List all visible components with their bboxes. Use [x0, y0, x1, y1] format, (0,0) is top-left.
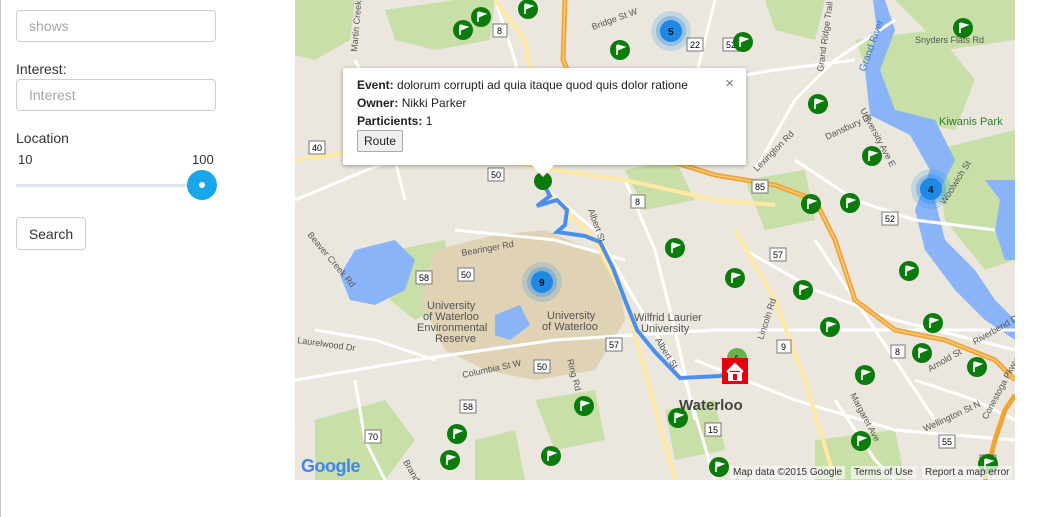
- popup-event-label: Event:: [357, 78, 394, 92]
- road-bridge: Bridge St W: [590, 6, 639, 32]
- cluster-9: 9: [522, 262, 562, 302]
- flag-icon: [862, 146, 882, 166]
- flag-icon: [967, 357, 987, 377]
- flag-icon: [447, 424, 467, 444]
- flag-icon: [541, 446, 561, 466]
- road-snyders-flats: Snyders Flats Rd: [915, 35, 984, 45]
- svg-text:8: 8: [635, 197, 640, 207]
- popup-event-value: dolorum corrupti ad quia itaque quod qui…: [397, 78, 688, 92]
- svg-text:8: 8: [497, 26, 502, 36]
- svg-text:85: 85: [755, 182, 765, 192]
- location-slider-track[interactable]: [16, 184, 216, 187]
- svg-text:50: 50: [491, 170, 501, 180]
- svg-text:9: 9: [539, 278, 545, 289]
- svg-text:40: 40: [312, 143, 322, 153]
- google-logo: Google: [301, 456, 361, 477]
- flag-icon: [851, 431, 871, 451]
- flag-icon: [855, 365, 875, 385]
- location-label: Location: [16, 130, 69, 146]
- map-data-attribution: Map data ©2015 Google: [730, 466, 846, 479]
- wlu-label-2: University: [641, 323, 690, 335]
- flag-icon: [801, 194, 821, 214]
- svg-text:15: 15: [708, 425, 718, 435]
- road-wellington: Wellington St N: [922, 399, 982, 434]
- interest-input[interactable]: [16, 79, 216, 111]
- flag-icon: [453, 20, 473, 40]
- road-laurelwood: Laurelwood Dr: [297, 335, 356, 353]
- svg-text:58: 58: [419, 273, 429, 283]
- flag-icon: [574, 396, 594, 416]
- flag-icon: [665, 238, 685, 258]
- home-icon: [722, 358, 748, 384]
- popup-pointer: [532, 165, 554, 177]
- search-input[interactable]: [16, 10, 216, 42]
- uwer-label-4: Reserve: [435, 333, 476, 345]
- route-button[interactable]: Route: [357, 130, 404, 152]
- svg-text:57: 57: [773, 250, 783, 260]
- svg-text:22: 22: [690, 40, 700, 50]
- svg-text:52: 52: [885, 214, 895, 224]
- flag-icon: [923, 313, 943, 333]
- flag-icon: [793, 280, 813, 300]
- popup-owner-row: Owner: Nikki Parker: [357, 96, 466, 110]
- uw-label-2: of Waterloo: [542, 321, 598, 333]
- flag-icon: [899, 261, 919, 281]
- terms-of-use-link[interactable]: Terms of Use: [851, 466, 916, 479]
- popup-owner-label: Owner:: [357, 96, 399, 110]
- svg-text:8: 8: [895, 347, 900, 357]
- flag-icon: [709, 457, 729, 477]
- svg-text:70: 70: [368, 432, 378, 442]
- flag-icon: [808, 94, 828, 114]
- svg-text:58: 58: [463, 402, 473, 412]
- window-left-border: [0, 0, 1, 517]
- flag-icon: [440, 450, 460, 470]
- waterloo-label: Waterloo: [679, 397, 743, 414]
- svg-text:50: 50: [537, 362, 547, 372]
- road-brande: Brande: [401, 458, 424, 480]
- event-info-window: Event: dolorum corrupti ad quia itaque q…: [343, 68, 746, 165]
- interest-label: Interest:: [16, 61, 67, 77]
- range-max-value: 100: [192, 152, 214, 167]
- flag-icon: [912, 343, 932, 363]
- road-lincoln: Lincoln Rd: [755, 297, 778, 341]
- flag-icon: [518, 0, 538, 19]
- range-min-value: 10: [18, 152, 33, 167]
- svg-text:4: 4: [928, 185, 934, 196]
- flag-icon: [668, 408, 688, 428]
- svg-text:5: 5: [668, 27, 674, 38]
- svg-text:55: 55: [942, 437, 952, 447]
- flag-icon: [953, 18, 973, 38]
- svg-text:57: 57: [609, 340, 619, 350]
- popup-participants-label: Particients:: [357, 114, 423, 128]
- svg-text:9: 9: [781, 342, 786, 352]
- map-canvas[interactable]: University of Waterloo Environmental Res…: [295, 0, 1015, 480]
- report-map-error-link[interactable]: Report a map error: [922, 466, 1013, 479]
- flag-icon: [725, 268, 745, 288]
- flag-icon: [840, 193, 860, 213]
- popup-participants-value: 1: [425, 114, 433, 128]
- cluster-4: 4: [911, 169, 951, 209]
- flag-icon: [733, 32, 753, 52]
- kiwanis-park-label: Kiwanis Park: [939, 116, 1003, 128]
- flag-icon: [610, 40, 630, 60]
- google-logo-text: Google: [301, 456, 361, 476]
- popup-owner-value: Nikki Parker: [401, 96, 467, 110]
- flag-icon: [471, 7, 491, 27]
- cluster-5: 5: [651, 11, 691, 51]
- search-button[interactable]: Search: [16, 217, 86, 250]
- svg-text:50: 50: [461, 270, 471, 280]
- popup-event-row: Event: dolorum corrupti ad quia itaque q…: [357, 78, 688, 92]
- close-icon[interactable]: ×: [725, 76, 734, 91]
- flag-icon: [820, 317, 840, 337]
- popup-participants-row: Particients: 1: [357, 114, 432, 128]
- location-slider-thumb[interactable]: [187, 170, 217, 200]
